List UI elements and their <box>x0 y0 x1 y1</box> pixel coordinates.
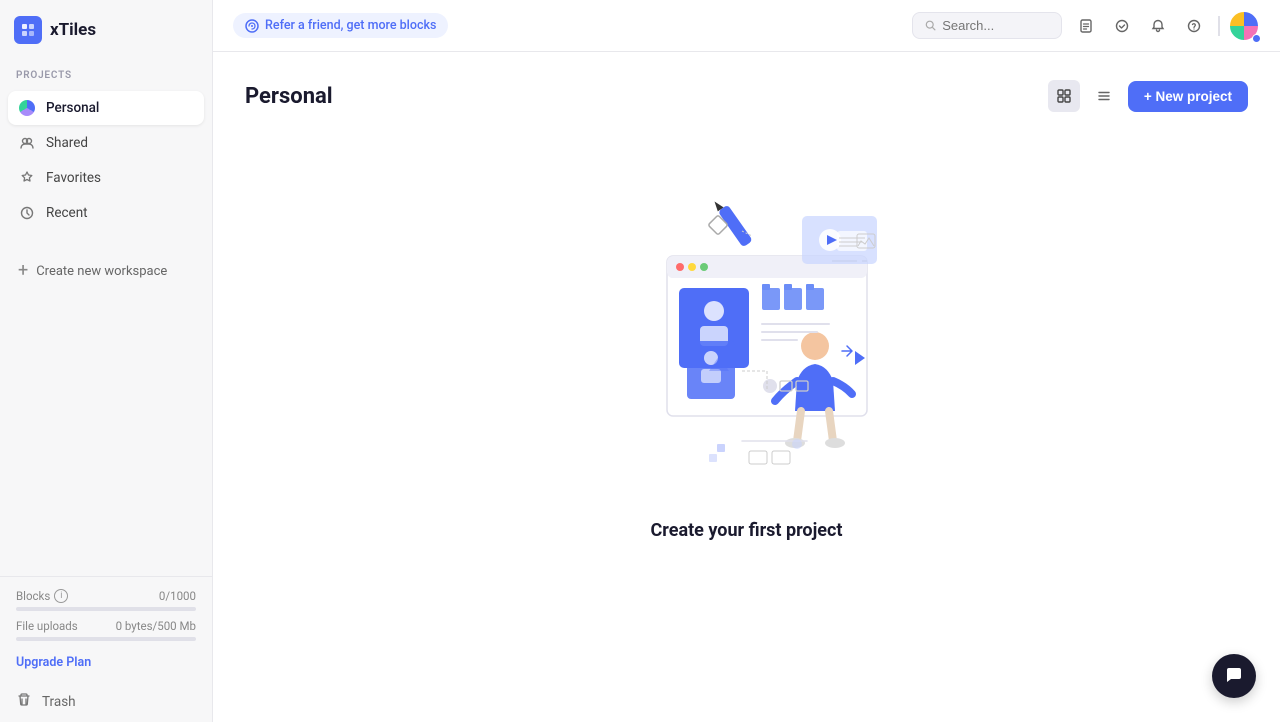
avatar-container <box>1228 10 1260 42</box>
sidebar-item-shared[interactable]: Shared <box>8 126 204 160</box>
grid-icon <box>1056 88 1072 104</box>
sidebar-label-personal: Personal <box>46 100 99 116</box>
blocks-count: 0/1000 <box>159 589 196 603</box>
document-icon-btn[interactable] <box>1070 10 1102 42</box>
clock-icon <box>18 204 36 222</box>
empty-illustration <box>587 176 907 496</box>
avatar-badge <box>1252 34 1261 43</box>
logo-container[interactable]: xTiles <box>0 0 212 60</box>
create-workspace-button[interactable]: + Create new workspace <box>0 254 212 288</box>
file-uploads-label: File uploads <box>16 619 78 633</box>
help-icon <box>1186 18 1202 34</box>
empty-state-title: Create your first project <box>651 520 843 541</box>
logo-icon <box>14 16 42 44</box>
app-name: xTiles <box>50 20 96 40</box>
file-uploads-progress-bar <box>16 637 196 641</box>
list-view-button[interactable] <box>1088 80 1120 112</box>
sidebar-item-favorites[interactable]: Favorites <box>8 161 204 195</box>
blocks-progress-bar <box>16 607 196 611</box>
trash-icon <box>16 692 32 712</box>
topbar-icons <box>1070 10 1260 42</box>
chat-icon <box>1224 666 1244 686</box>
grid-view-button[interactable] <box>1048 80 1080 112</box>
topbar-left: Refer a friend, get more blocks <box>233 13 448 38</box>
blocks-label: Blocks i <box>16 589 68 603</box>
upgrade-plan-link[interactable]: Upgrade Plan <box>16 655 91 670</box>
sidebar-bottom: Blocks i 0/1000 File uploads 0 bytes/500… <box>0 576 212 682</box>
list-icon <box>1096 88 1112 104</box>
topbar-right <box>912 10 1260 42</box>
chat-button[interactable] <box>1212 654 1256 698</box>
search-input[interactable] <box>942 18 1049 33</box>
page-header: Personal + New project <box>245 80 1248 112</box>
blocks-row: Blocks i 0/1000 <box>16 589 196 603</box>
blocks-info-icon[interactable]: i <box>54 589 68 603</box>
empty-state: Create your first project <box>245 136 1248 581</box>
sidebar: xTiles PROJECTS Personal Shared <box>0 0 213 722</box>
sidebar-label-shared: Shared <box>46 135 88 151</box>
personal-icon <box>18 99 36 117</box>
sidebar-label-favorites: Favorites <box>46 170 101 186</box>
main-content: Refer a friend, get more blocks <box>213 0 1280 722</box>
trash-item[interactable]: Trash <box>0 682 212 722</box>
sidebar-label-recent: Recent <box>46 205 88 221</box>
referral-badge[interactable]: Refer a friend, get more blocks <box>233 13 448 38</box>
projects-section-label: PROJECTS <box>0 60 212 87</box>
topbar: Refer a friend, get more blocks <box>213 0 1280 52</box>
star-icon <box>18 169 36 187</box>
help-icon-btn[interactable] <box>1178 10 1210 42</box>
sidebar-item-recent[interactable]: Recent <box>8 196 204 230</box>
sidebar-nav: Personal Shared Favorites <box>0 87 212 234</box>
page-title: Personal <box>245 84 333 109</box>
plus-icon: + <box>18 262 28 280</box>
bell-icon-btn[interactable] <box>1142 10 1174 42</box>
file-uploads-row: File uploads 0 bytes/500 Mb <box>16 619 196 633</box>
header-actions: + New project <box>1048 80 1248 112</box>
referral-icon <box>245 19 259 33</box>
check-circle-icon-btn[interactable] <box>1106 10 1138 42</box>
document-icon <box>1078 18 1094 34</box>
sidebar-item-personal[interactable]: Personal <box>8 91 204 125</box>
create-workspace-label: Create new workspace <box>36 264 167 279</box>
bell-icon <box>1150 18 1166 34</box>
search-icon <box>925 19 936 32</box>
referral-text: Refer a friend, get more blocks <box>265 18 436 33</box>
divider <box>1218 16 1220 36</box>
shared-icon <box>18 134 36 152</box>
new-project-button[interactable]: + New project <box>1128 81 1248 112</box>
page-content: Personal + New project <box>213 52 1280 722</box>
check-circle-icon <box>1114 18 1130 34</box>
trash-label: Trash <box>42 694 76 710</box>
file-uploads-size: 0 bytes/500 Mb <box>116 619 196 633</box>
search-box[interactable] <box>912 12 1062 39</box>
